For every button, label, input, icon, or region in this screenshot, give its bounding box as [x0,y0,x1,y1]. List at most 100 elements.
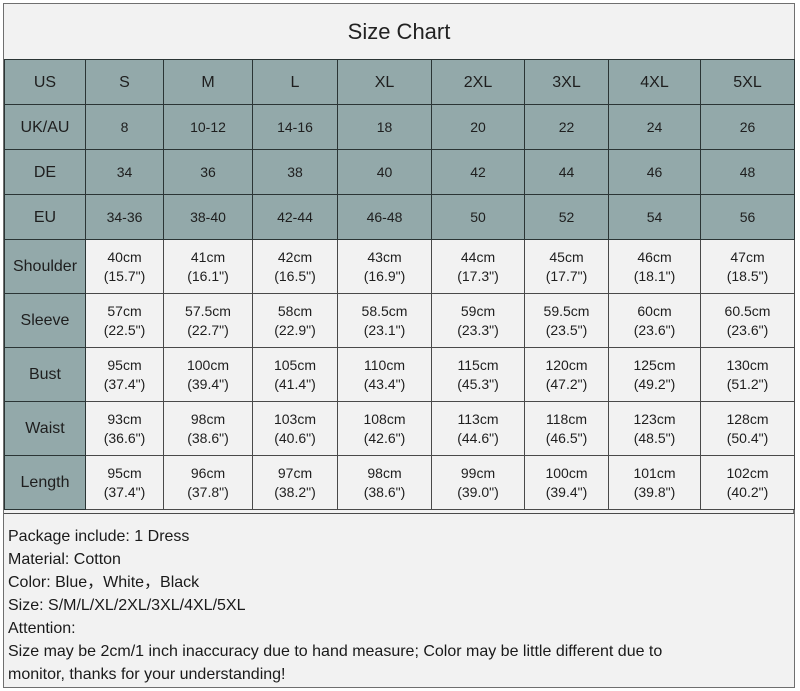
measurement-row-bust: Bust 95cm (37.4") 100cm (39.4") 105cm (41.4") 1… [4,347,795,402]
measurement-cell: 58.5cm (23.1") [337,293,432,348]
cm-value: 44cm [460,248,496,265]
inch-value: (39.4") [187,375,229,392]
cm-value: 96cm [190,464,226,481]
inch-value: (23.6") [726,321,769,338]
inch-value: (44.6") [457,429,499,446]
inch-value: (43.4") [363,375,406,392]
size-cell: 10-12 [163,104,253,150]
inch-value: (47.2") [545,375,588,392]
inch-value: (39.4") [545,483,588,500]
cm-value: 59.5cm [543,302,590,319]
cm-value: 95cm [107,356,142,373]
measurement-cell: 100cm (39.4") [163,347,253,402]
cm-value: 98cm [367,464,402,481]
cm-value: 41cm [190,248,226,265]
measurement-row-length: Length 95cm (37.4") 96cm (37.8") 97cm (38.2") 9… [4,455,795,510]
measurement-cell: 125cm (49.2") [608,347,701,402]
row-label: US [4,59,86,105]
cm-value: 46cm [637,248,672,265]
size-cell: 34-36 [85,194,164,240]
inch-value: (23.6") [633,321,676,338]
size-column-header: 3XL [524,59,609,105]
note-line: Size: S/M/L/XL/2XL/3XL/4XL/5XL [8,597,246,614]
inch-value: (16.5") [274,267,316,284]
measurement-cell: 130cm (51.2") [700,347,795,402]
inch-value: (16.9") [363,267,406,284]
measurement-cell: 110cm (43.4") [337,347,432,402]
measurement-cell: 113cm (44.6") [431,401,525,456]
size-cell: 36 [163,149,253,195]
cm-value: 58.5cm [361,302,408,319]
inch-value: (22.7") [187,321,229,338]
inch-value: (45.3") [457,375,499,392]
size-chart-sheet: Size Chart US S M L XL 2XL 3XL 4XL 5XL UK/AU 8 10-1… [3,3,795,688]
inch-value: (39.8") [633,483,676,500]
measurement-cell: 128cm (50.4") [700,401,795,456]
measurement-cell: 115cm (45.3") [431,347,525,402]
cm-value: 105cm [273,356,317,373]
row-label: EU [4,194,86,240]
inch-value: (22.5") [103,321,146,338]
size-cell: 26 [700,104,795,150]
measurement-cell: 105cm (41.4") [252,347,338,402]
size-cell: 54 [608,194,701,240]
size-cell: 50 [431,194,525,240]
size-cell: 22 [524,104,609,150]
measurement-cell: 47cm (18.5") [700,239,795,294]
inch-value: (48.5") [633,429,676,446]
row-label: Length [4,455,86,510]
inch-value: (40.6") [274,429,316,446]
size-cell: 14-16 [252,104,338,150]
measurement-cell: 60.5cm (23.6") [700,293,795,348]
cm-value: 42cm [277,248,313,265]
note-line: monitor, thanks for your understanding! [8,666,286,683]
inch-value: (18.1") [633,267,676,284]
size-column-header: 2XL [431,59,525,105]
measurement-cell: 96cm (37.8") [163,455,253,510]
size-row-uk-au: UK/AU 8 10-12 14-16 18 20 22 24 26 [4,104,795,150]
cm-value: 59cm [460,302,496,319]
measurement-cell: 59.5cm (23.5") [524,293,609,348]
inch-value: (18.5") [726,267,769,284]
inch-value: (38.6") [363,483,406,500]
measurement-cell: 44cm (17.3") [431,239,525,294]
cm-value: 110cm [364,356,405,373]
measurement-cell: 57cm (22.5") [85,293,164,348]
measurement-row-waist: Waist 93cm (36.6") 98cm (38.6") 103cm (40.6") 1… [4,401,795,456]
row-label: Bust [4,347,86,402]
size-cell: 34 [85,149,164,195]
size-row-de: DE 34 36 38 40 42 44 46 48 [4,149,795,195]
size-column-header: 5XL [700,59,795,105]
cm-value: 108cm [363,410,406,427]
measurement-cell: 41cm (16.1") [163,239,253,294]
cm-value: 125cm [633,356,676,373]
inch-value: (23.5") [545,321,588,338]
note-line: Package include: 1 Dress [8,528,190,545]
inch-value: (38.2") [274,483,316,500]
note-line: Material: Cotton [8,551,121,568]
measurement-cell: 95cm (37.4") [85,347,164,402]
cm-value: 120cm [545,356,588,373]
cm-value: 118cm [546,410,587,427]
measurement-cell: 46cm (18.1") [608,239,701,294]
note-line: Attention: [8,620,76,637]
size-cell: 48 [700,149,795,195]
measurement-cell: 58cm (22.9") [252,293,338,348]
measurement-cell: 100cm (39.4") [524,455,609,510]
inch-value: (23.3") [457,321,499,338]
size-row-eu: EU 34-36 38-40 42-44 46-48 50 52 54 56 [4,194,795,240]
cm-value: 45cm [549,248,584,265]
measurement-cell: 108cm (42.6") [337,401,432,456]
measurement-row-sleeve: Sleeve 57cm (22.5") 57.5cm (22.7") 58cm (22.9"… [4,293,795,348]
measurement-cell: 59cm (23.3") [431,293,525,348]
cm-value: 97cm [277,464,313,481]
cm-value: 123cm [633,410,676,427]
size-cell: 18 [337,104,432,150]
inch-value: (40.2") [726,483,769,500]
inch-value: (37.8") [187,483,229,500]
measurement-cell: 101cm (39.8") [608,455,701,510]
inch-value: (15.7") [103,267,146,284]
measurement-cell: 57.5cm (22.7") [163,293,253,348]
size-column-header: M [163,59,253,105]
cm-value: 115cm [457,356,499,373]
